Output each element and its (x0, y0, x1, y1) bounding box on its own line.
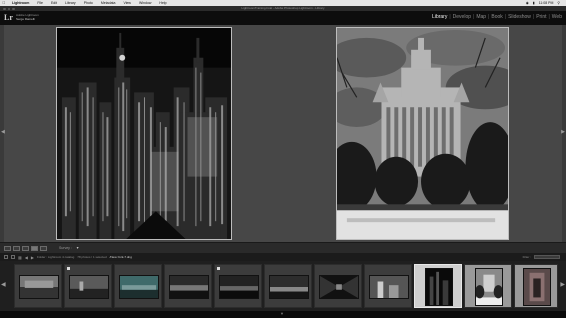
survey-photo-municipal-building[interactable] (336, 27, 509, 240)
main-window-icon[interactable] (4, 255, 8, 259)
sort-dropdown-icon[interactable]: ▼ (76, 246, 79, 250)
zoom-window-button[interactable] (12, 7, 15, 10)
building-image (337, 28, 508, 239)
thumbnail-image (69, 275, 109, 299)
bottom-panel-toggle[interactable]: ▼ (0, 311, 566, 318)
filmstrip-selected-file: /New-York-7.dng (109, 255, 132, 259)
right-arrow-icon: ▶ (561, 129, 565, 135)
thumb-graphic (220, 276, 258, 298)
survey-photo-city-night[interactable] (56, 27, 232, 240)
filter-dropdown[interactable] (534, 255, 560, 259)
people-view-button[interactable] (40, 245, 47, 251)
thumbnail-image (119, 275, 159, 299)
thumbnail-image (19, 275, 59, 299)
right-panel-toggle[interactable]: ▶ (561, 25, 566, 242)
thumbnail-image (475, 268, 503, 306)
module-book[interactable]: Book (489, 14, 504, 20)
filmstrip-cell-1[interactable] (14, 264, 62, 308)
forward-arrow-icon[interactable]: ▶ (31, 255, 34, 260)
minimize-window-button[interactable] (7, 7, 10, 10)
filmstrip-cell-8[interactable] (364, 264, 412, 308)
identity-line-2: Serge Ramelli (16, 17, 35, 21)
thumb-graphic (20, 276, 58, 298)
thumb-graphic (70, 276, 108, 298)
lightroom-logo: Lr (4, 13, 13, 22)
filmstrip-count: 78 photos / 1 selected (77, 255, 107, 259)
filmstrip-source[interactable]: Folder : Lightroom 4 catalog (37, 255, 74, 259)
thumb-graphic (370, 276, 408, 298)
thumb-graphic (270, 276, 308, 298)
module-slideshow[interactable]: Slideshow (506, 14, 533, 20)
grid-view-button[interactable] (4, 245, 11, 251)
module-map[interactable]: Map (474, 14, 488, 20)
sort-label: Survey : (59, 246, 72, 250)
thumb-graphic (426, 269, 452, 305)
loupe-view-button[interactable] (13, 245, 20, 251)
second-window-icon[interactable] (11, 255, 15, 259)
filmstrip-left-arrow-icon[interactable]: ◀ (1, 281, 6, 288)
close-window-button[interactable] (3, 7, 6, 10)
flag-badge (217, 267, 220, 270)
thumb-graphic (170, 276, 208, 298)
filmstrip[interactable]: ◀ ▶ (0, 261, 566, 311)
filmstrip-cell-5[interactable] (214, 264, 262, 308)
thumb-graphic (320, 276, 358, 298)
city-night-image (57, 28, 231, 239)
filmstrip-cell-4[interactable] (164, 264, 212, 308)
left-arrow-icon: ◀ (1, 129, 5, 135)
module-library[interactable]: Library (430, 14, 449, 20)
filter-label: Filter : (522, 255, 531, 259)
library-toolbar: Survey : ▼ (0, 242, 566, 253)
identity-plate: Adobe Lightroom Serge Ramelli (16, 13, 39, 21)
module-print[interactable]: Print (534, 14, 548, 20)
flag-badge (67, 267, 70, 270)
thumbnail-image (523, 268, 551, 306)
thumbnail-image (269, 275, 309, 299)
filmstrip-cell-2[interactable] (64, 264, 112, 308)
module-picker: Library | Develop | Map | Book | Slideshow | … (430, 14, 564, 20)
survey-view: ◀ ▶ (0, 25, 566, 242)
module-develop[interactable]: Develop (451, 14, 473, 20)
thumbnail-image (169, 275, 209, 299)
left-panel-toggle[interactable]: ◀ (0, 25, 5, 242)
filmstrip-cell-10[interactable] (464, 264, 512, 308)
filmstrip-right-arrow-icon[interactable]: ▶ (560, 281, 565, 288)
back-arrow-icon[interactable]: ◀ (25, 255, 28, 260)
thumbnail-image (319, 275, 359, 299)
module-web[interactable]: Web (550, 14, 564, 20)
filmstrip-cell-7[interactable] (314, 264, 362, 308)
collapse-arrow-icon: ▼ (280, 311, 284, 316)
survey-view-button[interactable] (31, 245, 38, 251)
thumb-graphic (524, 269, 550, 305)
filmstrip-header: ▦ ◀ ▶ Folder : Lightroom 4 catalog 78 ph… (0, 253, 566, 261)
filmstrip-cell-6[interactable] (264, 264, 312, 308)
thumbnail-image (219, 275, 259, 299)
filmstrip-cell-11[interactable] (514, 264, 558, 308)
filmstrip-cell-3[interactable] (114, 264, 162, 308)
thumbnail-image (369, 275, 409, 299)
filmstrip-cell-9-selected[interactable] (414, 264, 462, 308)
thumb-graphic (120, 276, 158, 298)
thumb-graphic (476, 269, 502, 305)
module-bar: Lr Adobe Lightroom Serge Ramelli Library… (0, 11, 566, 25)
compare-view-button[interactable] (22, 245, 29, 251)
grid-icon[interactable]: ▦ (18, 255, 22, 260)
filmstrip-filter: Filter : (523, 255, 566, 259)
window-title: LightroomTraining.lrcat - Adobe Photosho… (241, 6, 325, 10)
thumbnail-image (425, 268, 453, 306)
